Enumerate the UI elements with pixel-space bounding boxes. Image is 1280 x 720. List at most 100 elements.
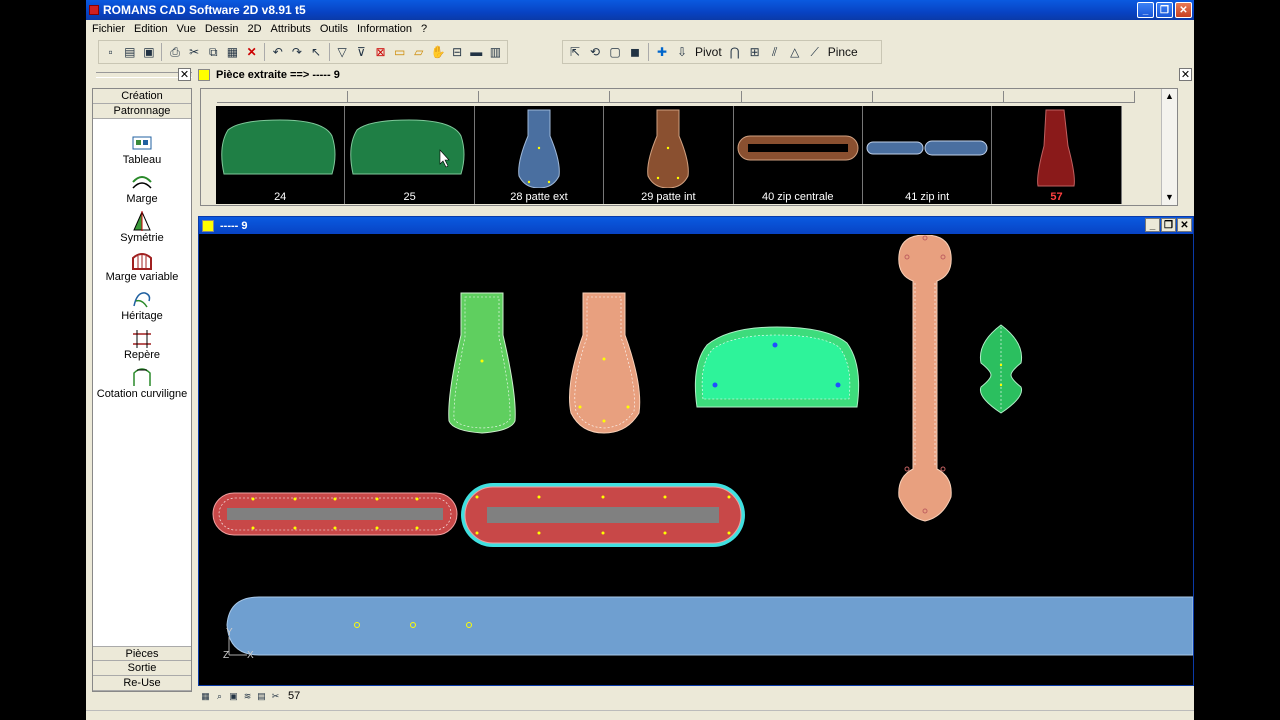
piece-bar-close-button[interactable]: ✕ — [1179, 68, 1192, 81]
pattern-piece-long-strap[interactable] — [226, 596, 1193, 656]
status-bar: ▦ ⌕ ▣ ≋ ▤ ✂ 57 — [198, 688, 1194, 704]
scroll-down-icon[interactable]: ▼ — [1162, 190, 1177, 205]
header-cell — [217, 91, 349, 102]
table-icon — [132, 136, 152, 150]
pattern-piece-green-small[interactable] — [979, 324, 1023, 414]
drawing-maximize-button[interactable]: ❐ — [1161, 218, 1176, 232]
minimize-button[interactable]: _ — [1137, 2, 1154, 18]
thumbnail-piece-28[interactable]: 28 patte ext — [475, 106, 605, 204]
delete-icon[interactable]: ✕ — [243, 43, 260, 61]
tab-re-use[interactable]: Re-Use — [93, 676, 191, 691]
comment-edit-icon[interactable]: ▱ — [410, 43, 427, 61]
pattern-piece-zip-red-2[interactable] — [461, 483, 745, 547]
tab-creation[interactable]: Création — [93, 89, 191, 104]
status-scissors-icon[interactable]: ✂ — [270, 691, 281, 702]
rotate-piece-icon[interactable]: ⟲ — [586, 43, 604, 61]
menu-2d[interactable]: 2D — [247, 23, 261, 35]
dart-icon[interactable]: ⟋ — [806, 43, 824, 61]
tool-marge[interactable]: Marge — [93, 168, 191, 207]
import-icon[interactable]: ⇩ — [673, 43, 691, 61]
move-piece-icon[interactable]: ⇱ — [566, 43, 584, 61]
thumbnail-piece-24[interactable]: 24 — [216, 106, 346, 204]
filter-remove-icon[interactable]: ⊠ — [372, 43, 389, 61]
pattern-piece-bag[interactable] — [694, 326, 860, 408]
tool-tableau[interactable]: Tableau — [93, 129, 191, 168]
pointer-tool-icon[interactable]: ↖ — [307, 43, 324, 61]
thumbnail-label-selected: 57 — [1050, 191, 1063, 203]
menu-fichier[interactable]: Fichier — [92, 23, 125, 35]
main-toolbar: ▫ ▤ ▣ ⎙ ✂ ⧉ ▦ ✕ ↶ ↷ ↖ ▽ ⊽ ⊠ ▭ ▱ ✋ ⊟ ▬ ▥ — [98, 40, 508, 64]
menu-dessin[interactable]: Dessin — [205, 23, 239, 35]
thumbnail-piece-57[interactable]: 57 — [992, 106, 1122, 204]
copy-icon[interactable]: ⧉ — [205, 43, 222, 61]
menu-vue[interactable]: Vue — [177, 23, 196, 35]
tool-label: Marge — [126, 193, 158, 205]
cut-icon[interactable]: ✂ — [186, 43, 203, 61]
thumbnail-scrollbar[interactable]: ▲ ▼ — [1161, 89, 1177, 205]
thumbnail-piece-29[interactable]: 29 patte int — [604, 106, 734, 204]
pattern-canvas[interactable]: Y Z X — [199, 235, 1193, 685]
pattern-piece-zip-red-1[interactable] — [212, 492, 458, 536]
filter-select-icon[interactable]: ⊽ — [353, 43, 370, 61]
print-icon[interactable]: ⎙ — [166, 43, 183, 61]
menu-attributs[interactable]: Attributs — [271, 23, 311, 35]
diagonal-icon[interactable]: ⫽ — [766, 43, 784, 61]
scroll-up-icon[interactable]: ▲ — [1162, 89, 1177, 104]
comment-icon[interactable]: ▭ — [391, 43, 408, 61]
status-grid-icon[interactable]: ▦ — [200, 691, 211, 702]
status-view-icon[interactable]: ▣ — [228, 691, 239, 702]
status-pieces-icon[interactable]: ▤ — [256, 691, 267, 702]
drawing-close-button[interactable]: ✕ — [1177, 218, 1192, 232]
left-panel-close-button[interactable]: ✕ — [178, 68, 191, 81]
pivot-label[interactable]: Pivot — [695, 45, 722, 59]
tool-marge-variable[interactable]: Marge variable — [93, 246, 191, 285]
pivot-grid-icon[interactable]: ⊞ — [746, 43, 764, 61]
pince-label[interactable]: Pince — [828, 45, 858, 59]
header-cell — [479, 91, 611, 102]
tool-symetrie[interactable]: Symétrie — [93, 207, 191, 246]
pattern-piece-green-tab[interactable] — [448, 292, 516, 434]
close-button[interactable]: ✕ — [1175, 2, 1192, 18]
axis-y-label: Y — [226, 627, 233, 638]
menu-help[interactable]: ? — [421, 23, 427, 35]
thumbnail-piece-40[interactable]: 40 zip centrale — [734, 106, 863, 204]
tab-pieces[interactable]: Pièces — [93, 646, 191, 661]
thumbnail-piece-41[interactable]: 41 zip int — [863, 106, 993, 204]
menu-bar: Fichier Edition Vue Dessin 2D Attributs … — [86, 20, 1194, 37]
tool-label: Repère — [123, 349, 161, 361]
tool-repere[interactable]: Repère — [93, 324, 191, 363]
thumbnail-piece-25[interactable]: 25 — [345, 106, 475, 204]
hand-icon[interactable]: ✋ — [429, 43, 446, 61]
undo-icon[interactable]: ↶ — [269, 43, 286, 61]
frame-icon[interactable]: ▢ — [606, 43, 624, 61]
layer-icon[interactable]: ▥ — [487, 43, 504, 61]
status-layers-icon[interactable]: ≋ — [242, 691, 253, 702]
menu-outils[interactable]: Outils — [320, 23, 348, 35]
thumbnail-label: 29 patte int — [641, 191, 696, 203]
pattern-piece-salmon-tab[interactable] — [569, 292, 641, 434]
pattern-piece-strap[interactable] — [898, 235, 952, 522]
maximize-button[interactable]: ❐ — [1156, 2, 1173, 18]
tool-heritage[interactable]: Héritage — [93, 285, 191, 324]
measure-icon[interactable]: ⊟ — [449, 43, 466, 61]
save-icon[interactable]: ▣ — [140, 43, 157, 61]
add-point-icon[interactable]: ✚ — [653, 43, 671, 61]
new-file-icon[interactable]: ▫ — [102, 43, 119, 61]
filter-icon[interactable]: ▽ — [334, 43, 351, 61]
paste-icon[interactable]: ▦ — [224, 43, 241, 61]
triangle-symmetry-icon[interactable]: △ — [786, 43, 804, 61]
tool-cotation-curviligne[interactable]: Cotation curviligne — [93, 363, 191, 402]
drawing-minimize-button[interactable]: _ — [1145, 218, 1160, 232]
block-icon[interactable]: ◼ — [626, 43, 644, 61]
pivot-arch-icon[interactable]: ⋂ — [726, 43, 744, 61]
menu-edition[interactable]: Edition — [134, 23, 168, 35]
menu-information[interactable]: Information — [357, 23, 412, 35]
open-folder-icon[interactable]: ▤ — [121, 43, 138, 61]
redo-icon[interactable]: ↷ — [288, 43, 305, 61]
piece-29-shape — [647, 109, 689, 188]
ruler-icon[interactable]: ▬ — [468, 43, 485, 61]
status-zoom-icon[interactable]: ⌕ — [214, 691, 225, 702]
tab-patronnage[interactable]: Patronnage — [93, 104, 191, 119]
tab-sortie[interactable]: Sortie — [93, 661, 191, 676]
thumbnail-header — [217, 91, 1135, 103]
